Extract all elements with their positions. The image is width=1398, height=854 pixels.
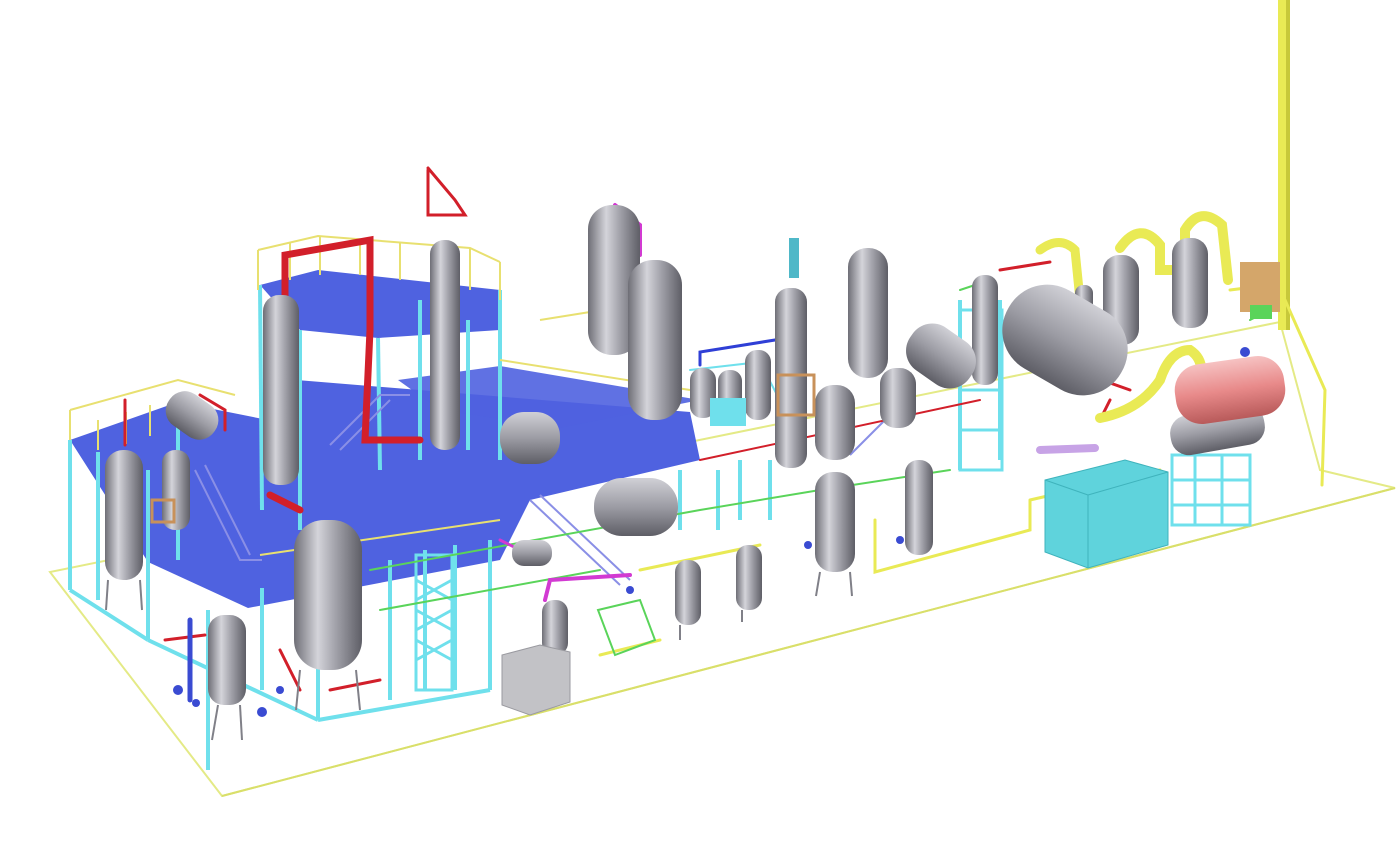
condenser <box>512 540 552 566</box>
cyan-block <box>710 398 746 426</box>
small-tank-9 <box>675 560 701 625</box>
green-block <box>1250 305 1272 319</box>
column-3 <box>775 288 807 468</box>
horizontal-drum-1 <box>500 412 560 464</box>
electrical-panel <box>501 644 571 716</box>
orange-fan-unit <box>1240 262 1280 312</box>
left-tank <box>105 450 143 580</box>
small-tank-11 <box>905 460 933 555</box>
column-2 <box>430 240 460 450</box>
vertical-tank-5 <box>815 472 855 572</box>
plant-3d-model-view <box>48 0 1396 798</box>
vertical-tank-3 <box>848 248 888 378</box>
column-4 <box>972 275 998 385</box>
pump-skid-frame <box>596 598 657 657</box>
right-column-2 <box>1172 238 1208 328</box>
small-tank-10 <box>736 545 762 610</box>
receiver-tank-2 <box>294 520 362 670</box>
column-top-instrument <box>789 238 799 278</box>
heater-unit <box>1174 356 1286 424</box>
left-small-vessel <box>162 450 190 530</box>
distillation-column <box>263 295 299 485</box>
small-tank-6 <box>745 350 771 420</box>
tall-tank-2 <box>628 260 682 420</box>
vertical-tank-4 <box>815 385 855 460</box>
small-tank-12 <box>880 368 916 428</box>
receiver-tank-1 <box>208 615 246 705</box>
horizontal-drum-2 <box>594 478 678 536</box>
